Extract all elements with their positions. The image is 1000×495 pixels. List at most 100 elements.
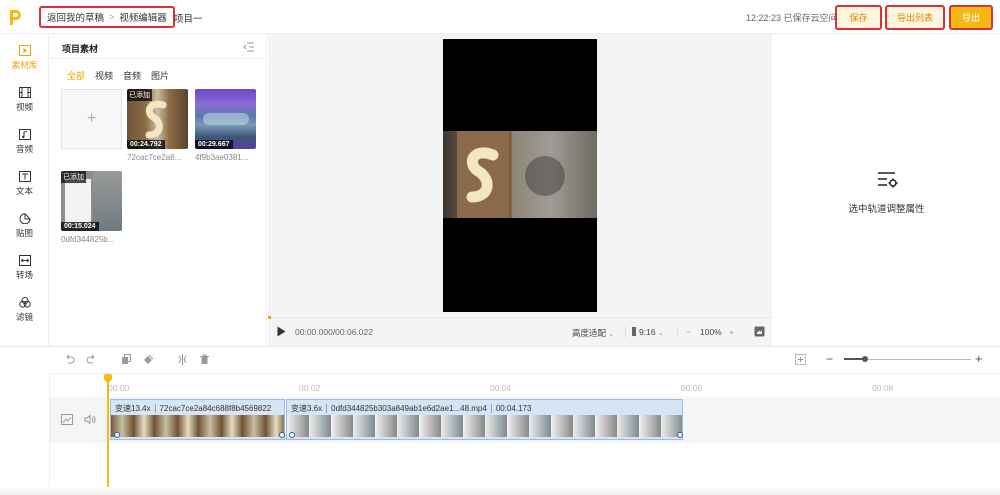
video-frame-artwork [466, 147, 499, 203]
nav-item-transition[interactable]: 转场 [0, 248, 49, 288]
nav-item-text[interactable]: 文本 [0, 164, 49, 204]
timeline-zoom-out-button[interactable]: − [826, 352, 833, 366]
fit-mode-select[interactable]: 高度适配 ⌄ [572, 327, 614, 339]
time-display: 00:00.000/00:06.022 [295, 327, 373, 337]
properties-panel: 选中轨道调整属性 [773, 34, 1000, 346]
clip-handle-left[interactable] [114, 432, 120, 438]
clip-frame [133, 415, 155, 437]
nav-label: 音频 [15, 144, 33, 154]
aspect-ratio-label: 9:16 [639, 327, 656, 337]
time-ruler[interactable]: 00:00 00:02 00:04 00:06 00:08 [50, 375, 1000, 395]
clip-handle-right[interactable] [677, 432, 683, 438]
media-library-icon [18, 45, 31, 56]
asset-thumbnail[interactable]: 00:29.667 [195, 89, 256, 149]
redo-icon[interactable] [86, 354, 97, 365]
aspect-ratio-icon [632, 327, 636, 336]
clip-speed: 变速13.4x [115, 403, 151, 413]
ruler-label: 00:04 [490, 383, 512, 393]
tab-audio[interactable]: 音频 [123, 69, 141, 82]
paste-style-icon[interactable] [143, 354, 154, 365]
asset-name: 0dfd344825b... [61, 235, 115, 244]
nav-label: 文本 [15, 186, 33, 196]
playhead[interactable] [107, 374, 109, 495]
nav-item-audio[interactable]: 音频 [0, 122, 49, 162]
divider [677, 326, 678, 338]
fit-timeline-icon[interactable] [795, 354, 806, 365]
save-button[interactable]: 保存 [835, 5, 882, 30]
zoom-value: 100% [700, 327, 722, 337]
clip-duration: 00:04.173 [495, 403, 532, 413]
fullscreen-icon[interactable] [754, 326, 765, 337]
sticker-icon [19, 213, 31, 224]
zoom-in-button[interactable]: + [729, 327, 734, 337]
volume-icon[interactable] [84, 414, 96, 425]
zoom-out-button[interactable]: − [686, 327, 691, 337]
ruler-label: 00:00 [108, 383, 130, 393]
chevron-down-icon: ⌄ [608, 331, 615, 338]
duration-badge: 00:29.667 [195, 140, 233, 149]
top-bar: 返回我的草稿 > 视频编辑器 项目一 12:22:23 已保存云空间 保存 导出… [0, 0, 1000, 34]
preview-panel: 00:00.000/00:06.022 高度适配 ⌄ 9:16 ⌄ − 100%… [268, 34, 772, 346]
track-settings-icon [878, 172, 898, 188]
clip-name: 0dfd344825b303a849ab1e6d2ae1...48.mp4 [331, 403, 487, 413]
clip-frame [375, 415, 397, 437]
nav-item-sticker[interactable]: 贴图 [0, 206, 49, 246]
music-icon [18, 129, 31, 140]
track-header-column [0, 373, 50, 495]
player-controls: 00:00.000/00:06.022 高度适配 ⌄ 9:16 ⌄ − 100%… [268, 320, 772, 344]
clip-frames [111, 415, 284, 437]
asset-name: 4f9b3ae0381... [195, 153, 249, 162]
upload-button[interactable]: + [61, 89, 122, 149]
nav-label: 视频 [15, 102, 33, 112]
video-canvas[interactable] [443, 39, 597, 312]
app-logo[interactable] [8, 8, 22, 26]
nav-item-media-library[interactable]: 素材库 [0, 38, 49, 78]
divider [50, 373, 1000, 374]
video-frame-shadow [525, 156, 565, 196]
thumbnail-artwork [65, 179, 91, 225]
clip-frame [353, 415, 375, 437]
clip-frame [639, 415, 661, 437]
split-icon[interactable] [177, 354, 188, 365]
timeline-zoom-handle[interactable] [862, 356, 868, 362]
clip-frame [617, 415, 639, 437]
export-button[interactable]: 导出 [949, 5, 993, 30]
tab-video[interactable]: 视频 [95, 69, 113, 82]
transition-icon [18, 255, 31, 266]
timeline-clip[interactable]: 变速13.4x 72cac7ce2a84c688f8b4569822 [110, 399, 285, 440]
asset-name: 72cac7ce2a8... [127, 153, 182, 162]
clip-name: 72cac7ce2a84c688f8b4569822 [159, 403, 272, 413]
breadcrumb-separator: > [109, 12, 115, 22]
asset-thumbnail[interactable]: 已添加 00:15.024 [61, 171, 122, 231]
timeline-zoom-in-button[interactable]: + [975, 351, 983, 366]
clip-handle-right[interactable] [279, 432, 285, 438]
timeline-clip[interactable]: 变速3.6x 0dfd344825b303a849ab1e6d2ae1...48… [286, 399, 683, 440]
play-icon[interactable] [277, 326, 286, 337]
duration-badge: 00:15.024 [61, 222, 99, 231]
clip-frame [155, 415, 177, 437]
progress-track[interactable] [268, 317, 772, 318]
clip-frame [507, 415, 529, 437]
track-cover-icon[interactable] [61, 414, 73, 425]
project-name[interactable]: 项目一 [174, 11, 203, 25]
fit-mode-label: 高度适配 [572, 328, 607, 338]
undo-icon[interactable] [64, 354, 75, 365]
delete-icon[interactable] [199, 354, 210, 365]
aspect-ratio-select[interactable]: 9:16 ⌄ [632, 327, 664, 337]
nav-label: 贴图 [15, 228, 33, 238]
clip-handle-left[interactable] [289, 432, 295, 438]
nav-item-video[interactable]: 视频 [0, 80, 49, 120]
collapse-panel-icon[interactable] [243, 42, 255, 52]
clip-label: 变速3.6x 0dfd344825b303a849ab1e6d2ae1...48… [287, 402, 535, 414]
asset-thumbnail[interactable]: 已添加 00:24.792 [127, 89, 188, 149]
breadcrumb-back-link[interactable]: 返回我的草稿 [47, 10, 104, 24]
progress-indicator[interactable] [268, 316, 271, 319]
export-list-button[interactable]: 导出列表 [885, 5, 945, 30]
clip-frame [397, 415, 419, 437]
tab-image[interactable]: 图片 [151, 69, 169, 82]
tab-all[interactable]: 全部 [67, 69, 85, 82]
breadcrumb-current: 视频编辑器 [119, 13, 167, 24]
nav-item-filter[interactable]: 滤镜 [0, 290, 49, 330]
playhead-handle[interactable] [104, 374, 112, 382]
copy-icon[interactable] [121, 354, 132, 365]
